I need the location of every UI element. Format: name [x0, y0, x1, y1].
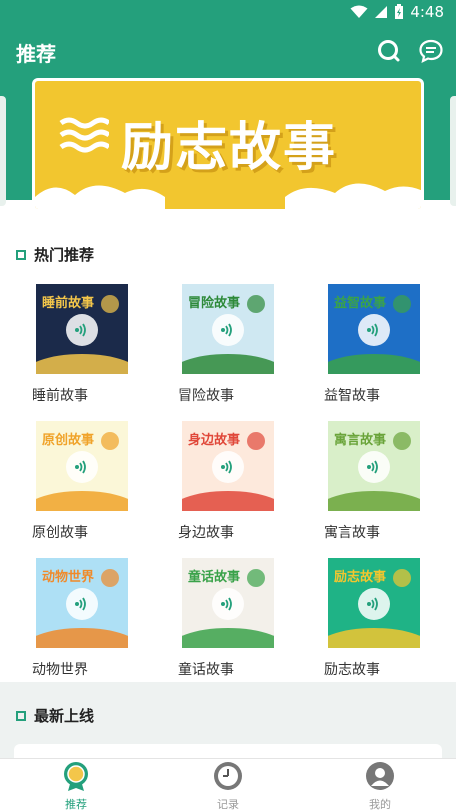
user-icon [366, 762, 394, 790]
category-thumbnail[interactable]: 益智故事 [328, 284, 420, 374]
category-label: 益智故事 [324, 388, 380, 404]
category-label: 寓言故事 [324, 525, 380, 541]
category-label: 原创故事 [32, 525, 88, 541]
status-time: 4:48 [410, 3, 444, 21]
category-thumbnail[interactable]: 睡前故事 [36, 284, 128, 374]
latest-section-title: 最新上线 [34, 707, 95, 725]
category-card[interactable]: 身边故事 身边故事 [178, 421, 274, 541]
category-thumbnail[interactable]: 冒险故事 [182, 284, 274, 374]
sound-wave-icon [75, 323, 86, 337]
wifi-icon [350, 5, 368, 18]
audio-play-button[interactable] [358, 588, 390, 620]
category-thumbnail[interactable]: 原创故事 [36, 421, 128, 511]
category-card[interactable]: 益智故事 益智故事 [324, 284, 420, 404]
category-label: 身边故事 [178, 525, 234, 541]
sound-wave-icon [75, 460, 86, 474]
waves-icon [59, 117, 109, 153]
nav-item-recommend[interactable]: 推荐 [26, 761, 126, 811]
category-card[interactable]: 冒险故事 冒险故事 [178, 284, 274, 404]
battery-icon [395, 4, 404, 19]
nav-item-history[interactable]: 记录 [178, 761, 278, 811]
category-label: 冒险故事 [178, 388, 234, 404]
medal-icon [64, 762, 88, 791]
message-icon [419, 39, 443, 64]
audio-play-button[interactable] [66, 451, 98, 483]
audio-play-button[interactable] [358, 451, 390, 483]
sound-wave-icon [367, 597, 378, 611]
latest-section-header: 最新上线 [16, 705, 94, 726]
category-label: 童话故事 [178, 662, 234, 678]
category-card[interactable]: 原创故事 原创故事 [32, 421, 128, 541]
sound-wave-icon [221, 597, 232, 611]
thumbnail-title: 原创故事 [42, 433, 95, 448]
hot-section-header: 热门推荐 [16, 244, 94, 265]
audio-play-button[interactable] [66, 314, 98, 346]
thumbnail-title: 童话故事 [188, 570, 241, 585]
square-icon [16, 710, 26, 721]
square-icon [16, 249, 26, 260]
search-icon [378, 40, 400, 62]
thumbnail-title: 冒险故事 [188, 296, 241, 311]
audio-play-button[interactable] [212, 451, 244, 483]
category-thumbnail[interactable]: 童话故事 [182, 558, 274, 648]
clouds-decoration [35, 183, 421, 209]
clock-icon [214, 762, 242, 790]
status-icons: 4:48 [350, 3, 444, 21]
signal-icon [375, 6, 388, 18]
category-thumbnail[interactable]: 励志故事 [328, 558, 420, 648]
hot-section-title: 热门推荐 [34, 246, 95, 264]
banner-peek-right[interactable] [450, 96, 456, 206]
category-label: 励志故事 [324, 662, 380, 678]
category-card[interactable]: 寓言故事 寓言故事 [324, 421, 420, 541]
thumbnail-title: 动物世界 [42, 570, 95, 585]
thumbnail-title: 身边故事 [188, 433, 241, 448]
thumbnail-title: 寓言故事 [334, 433, 387, 448]
bottom-nav: 推荐 记录 我的 [0, 758, 456, 811]
thumbnail-title: 益智故事 [334, 296, 387, 311]
audio-play-button[interactable] [358, 314, 390, 346]
category-card[interactable]: 动物世界 动物世界 [32, 558, 128, 678]
thumbnail-title: 励志故事 [334, 570, 387, 585]
nav-label: 我的 [369, 798, 391, 811]
status-bar: 4:48 [0, 0, 456, 24]
category-card[interactable]: 童话故事 童话故事 [178, 558, 274, 678]
sound-wave-icon [367, 460, 378, 474]
banner-peek-left[interactable] [0, 96, 6, 206]
app-bar: 推荐 [0, 24, 456, 80]
audio-play-button[interactable] [212, 588, 244, 620]
audio-play-button[interactable] [66, 588, 98, 620]
category-label: 睡前故事 [32, 388, 88, 404]
category-card[interactable]: 睡前故事 睡前故事 [32, 284, 128, 404]
category-label: 动物世界 [32, 662, 88, 678]
nav-label: 推荐 [65, 798, 87, 811]
sound-wave-icon [221, 323, 232, 337]
sound-wave-icon [367, 323, 378, 337]
category-thumbnail[interactable]: 身边故事 [182, 421, 274, 511]
search-button[interactable] [374, 36, 404, 66]
sound-wave-icon [75, 597, 86, 611]
category-thumbnail[interactable]: 动物世界 [36, 558, 128, 648]
category-card[interactable]: 励志故事 励志故事 [324, 558, 420, 678]
nav-label: 记录 [217, 798, 239, 811]
message-button[interactable] [416, 36, 446, 66]
nav-item-mine[interactable]: 我的 [330, 761, 430, 811]
featured-banner[interactable]: 励志故事 [32, 78, 424, 212]
audio-play-button[interactable] [212, 314, 244, 346]
page-title: 推荐 [16, 42, 56, 66]
sound-wave-icon [221, 460, 232, 474]
category-thumbnail[interactable]: 寓言故事 [328, 421, 420, 511]
thumbnail-title: 睡前故事 [42, 296, 95, 311]
